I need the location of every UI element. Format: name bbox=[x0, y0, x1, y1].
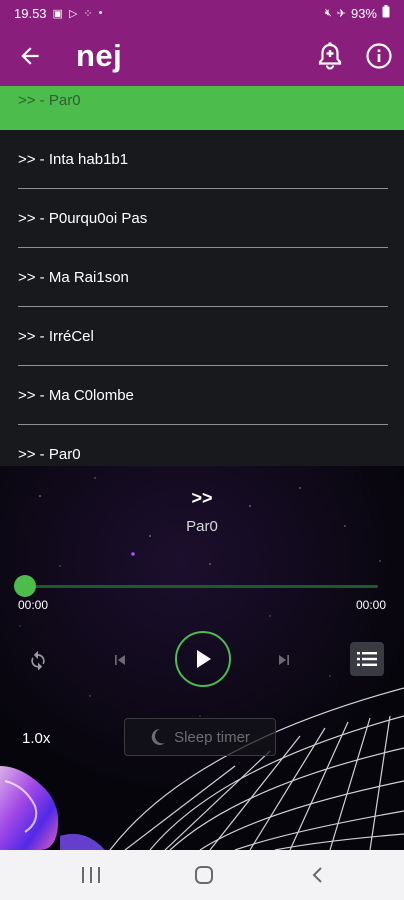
track-label: >> - P0urqu0oi Pas bbox=[18, 210, 148, 227]
info-icon bbox=[366, 43, 392, 69]
status-time: 19.53 bbox=[14, 5, 47, 21]
dot-icon: • bbox=[98, 7, 103, 19]
skip-previous-icon bbox=[115, 655, 125, 665]
status-left: 19.53 ▣ ▷ ⁘ • bbox=[14, 6, 103, 21]
app-bar: nej bbox=[0, 26, 404, 86]
now-playing-artist: >> bbox=[191, 488, 213, 508]
system-nav-bar bbox=[0, 850, 404, 900]
status-bar: 19.53 ▣ ▷ ⁘ • 🔇︎ ✈ 93% bbox=[0, 0, 404, 26]
info-button[interactable] bbox=[361, 38, 397, 74]
divider bbox=[0, 129, 404, 130]
track-item[interactable]: >> - P0urqu0oi Pas bbox=[0, 189, 404, 248]
chevron-left-icon bbox=[312, 867, 322, 883]
list-icon bbox=[357, 652, 377, 666]
next-button[interactable] bbox=[270, 646, 298, 674]
battery-icon bbox=[382, 5, 390, 21]
system-back-button[interactable] bbox=[308, 864, 328, 886]
skip-next-icon bbox=[279, 655, 289, 665]
track-item[interactable]: >> - Inta hab1b1 bbox=[0, 130, 404, 189]
track-label: >> - Inta hab1b1 bbox=[18, 151, 129, 168]
time-total: 00:00 bbox=[355, 598, 386, 612]
track-label: >> - Par0 bbox=[18, 92, 81, 109]
previous-button[interactable] bbox=[106, 646, 134, 674]
battery-level: 93% bbox=[350, 5, 377, 21]
media-icon: ▷ bbox=[68, 7, 78, 20]
queue-button[interactable] bbox=[350, 642, 384, 676]
repeat-button[interactable] bbox=[24, 646, 52, 674]
play-button[interactable] bbox=[175, 631, 231, 687]
recent-apps-button[interactable] bbox=[82, 867, 100, 883]
playback-speed[interactable]: 1.0x bbox=[22, 730, 50, 747]
alarm-button[interactable] bbox=[312, 38, 348, 74]
recent-apps-icon bbox=[82, 867, 84, 883]
home-button[interactable] bbox=[195, 866, 213, 884]
track-item[interactable]: >> - Ma C0lombe bbox=[0, 366, 404, 425]
track-item[interactable]: >> - Ma Rai1son bbox=[0, 248, 404, 307]
bell-alarm-icon bbox=[318, 42, 342, 70]
track-label: >> - Par0 bbox=[18, 446, 81, 463]
sim-icon: ▣ bbox=[52, 7, 63, 20]
airplane-icon: ✈ bbox=[336, 7, 346, 20]
track-item[interactable]: >> - IrréCel bbox=[0, 307, 404, 366]
mute-icon: 🔇︎ bbox=[324, 6, 332, 19]
repeat-icon bbox=[31, 650, 45, 670]
apps-icon: ⁘ bbox=[83, 7, 93, 20]
status-right: 🔇︎ ✈ 93% bbox=[325, 5, 390, 21]
time-elapsed: 00:00 bbox=[18, 598, 49, 612]
track-label: >> - IrréCel bbox=[18, 328, 94, 345]
sleep-timer-button[interactable]: Sleep timer bbox=[124, 718, 276, 756]
track-item-active[interactable]: >> - Par0 bbox=[0, 86, 404, 130]
moon-icon bbox=[151, 728, 166, 745]
seek-bar[interactable] bbox=[26, 585, 378, 588]
track-list: >> - Par0 >> - Inta hab1b1 >> - P0urqu0o… bbox=[0, 86, 404, 466]
sleep-timer-label: Sleep timer bbox=[174, 728, 250, 746]
player-panel: >> Par0 00:00 00:00 1.0x Sleep timer bbox=[0, 466, 404, 850]
track-label: >> - Ma Rai1son bbox=[18, 269, 129, 286]
now-playing-title: Par0 bbox=[186, 518, 218, 535]
track-item[interactable]: >> - Par0 bbox=[0, 425, 404, 466]
track-label: >> - Ma C0lombe bbox=[18, 387, 134, 404]
play-icon bbox=[197, 650, 211, 668]
page-title: nej bbox=[76, 38, 123, 73]
back-button[interactable] bbox=[0, 26, 60, 86]
seek-thumb[interactable] bbox=[14, 575, 36, 597]
arrow-back-icon bbox=[21, 47, 39, 65]
